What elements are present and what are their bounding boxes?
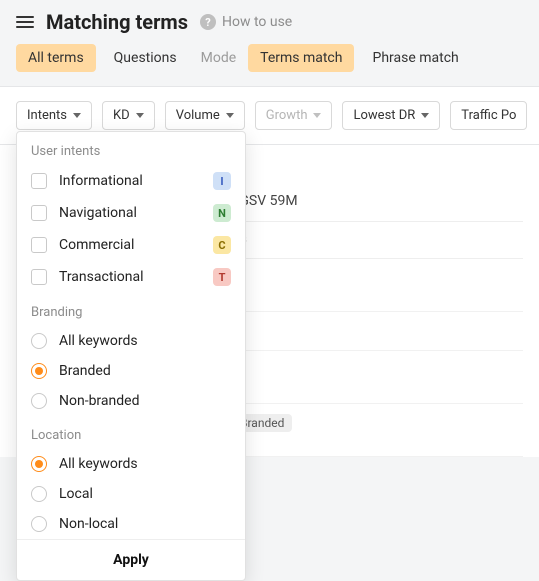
filter-kd[interactable]: KD [102,101,155,130]
tab-mode-label: Mode [195,44,243,72]
chevron-down-icon [313,113,321,118]
tab-phrase-match[interactable]: Phrase match [360,44,470,72]
checkbox[interactable] [31,173,47,189]
dropdown-section-branding: Branding [17,293,245,326]
radio-selected[interactable] [31,363,47,379]
location-non-local[interactable]: Non-local [17,509,245,539]
tab-bar: All terms Questions Mode Terms match Phr… [0,44,539,87]
tab-questions[interactable]: Questions [102,44,189,72]
intent-badge-t: T [213,268,231,286]
filter-traffic[interactable]: Traffic Po [450,101,527,130]
intent-commercial[interactable]: CommercialC [17,229,245,261]
filter-bar: Intents KD Volume Growth Lowest DR Traff… [0,87,539,145]
chevron-down-icon [73,113,81,118]
page-title: Matching terms [46,10,188,34]
radio[interactable] [31,516,47,532]
tab-all-terms[interactable]: All terms [16,44,96,72]
branding-all[interactable]: All keywords [17,326,245,356]
intent-navigational[interactable]: NavigationalN [17,197,245,229]
how-to-use-link[interactable]: ? How to use [200,14,292,30]
filter-growth: Growth [255,101,333,130]
filter-intents[interactable]: Intents [16,101,92,130]
how-to-use-label: How to use [222,14,292,30]
chevron-down-icon [136,113,144,118]
tab-terms-match[interactable]: Terms match [248,44,354,72]
location-local[interactable]: Local [17,479,245,509]
apply-button[interactable]: Apply [17,539,245,580]
radio[interactable] [31,333,47,349]
branding-non-branded[interactable]: Non-branded [17,386,245,416]
checkbox[interactable] [31,205,47,221]
checkbox[interactable] [31,269,47,285]
col-intents[interactable]: Intents [206,232,523,248]
dropdown-section-user-intents: User intents [17,132,245,165]
menu-icon[interactable] [16,16,34,28]
branding-branded[interactable]: Branded [17,356,245,386]
intent-badge-c: C [213,236,231,254]
checkbox[interactable] [31,237,47,253]
location-all[interactable]: All keywords [17,449,245,479]
help-icon: ? [200,14,216,30]
chevron-down-icon [421,113,429,118]
intent-informational[interactable]: InformationalI [17,165,245,197]
intent-badge-i: I [213,172,231,190]
intent-transactional[interactable]: TransactionalT [17,261,245,293]
filter-lowest-dr[interactable]: Lowest DR [342,101,440,130]
intents-dropdown: User intents InformationalI Navigational… [16,131,246,581]
chevron-down-icon [226,113,234,118]
radio[interactable] [31,486,47,502]
radio[interactable] [31,393,47,409]
dropdown-section-location: Location [17,416,245,449]
radio-selected[interactable] [31,456,47,472]
summary-gsv: GSV 59M [239,193,297,209]
filter-volume[interactable]: Volume [165,101,245,130]
intent-badge-n: N [213,204,231,222]
